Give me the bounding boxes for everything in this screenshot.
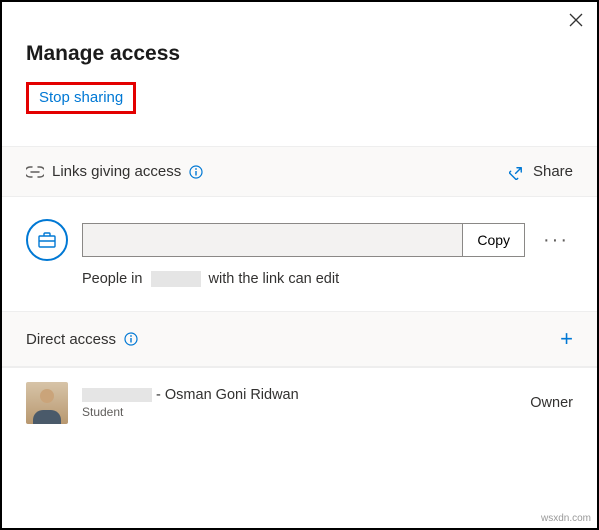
stop-sharing-button[interactable]: Stop sharing	[39, 89, 123, 106]
ellipsis-icon: ···	[543, 229, 569, 251]
person-permission: Owner	[530, 395, 573, 411]
direct-access-label: Direct access	[26, 331, 116, 348]
manage-access-panel: Manage access Stop sharing Links giving …	[0, 0, 599, 530]
org-name-redacted	[151, 271, 201, 287]
avatar	[26, 382, 68, 424]
copy-link-button[interactable]: Copy	[462, 224, 524, 256]
close-icon	[569, 11, 583, 31]
link-description: People in with the link can edit	[2, 271, 597, 311]
direct-access-header: Direct access +	[2, 311, 597, 367]
stop-sharing-highlight: Stop sharing	[26, 82, 136, 114]
links-section-header: Links giving access Share	[2, 146, 597, 197]
links-section-label: Links giving access	[52, 163, 181, 180]
close-button[interactable]	[569, 12, 583, 30]
person-row: - Osman Goni Ridwan Student Owner	[2, 367, 597, 438]
panel-header: Manage access Stop sharing	[2, 2, 597, 128]
person-role: Student	[82, 405, 516, 419]
link-icon	[26, 166, 44, 178]
info-icon[interactable]	[124, 332, 138, 346]
watermark: wsxdn.com	[541, 513, 591, 524]
page-title: Manage access	[26, 42, 573, 66]
info-icon[interactable]	[189, 165, 203, 179]
share-button[interactable]: Share	[509, 163, 573, 180]
share-icon	[509, 164, 525, 180]
sharing-link-row: Copy ···	[2, 197, 597, 271]
sharing-link-input[interactable]	[83, 224, 462, 256]
person-info: - Osman Goni Ridwan Student	[82, 387, 516, 419]
plus-icon: +	[560, 326, 573, 351]
link-more-button[interactable]: ···	[539, 229, 573, 252]
person-name: - Osman Goni Ridwan	[82, 387, 516, 403]
share-label: Share	[533, 163, 573, 180]
add-direct-access-button[interactable]: +	[560, 328, 573, 350]
name-prefix-redacted	[82, 388, 152, 402]
link-field-group: Copy	[82, 223, 525, 257]
briefcase-icon	[26, 219, 68, 261]
